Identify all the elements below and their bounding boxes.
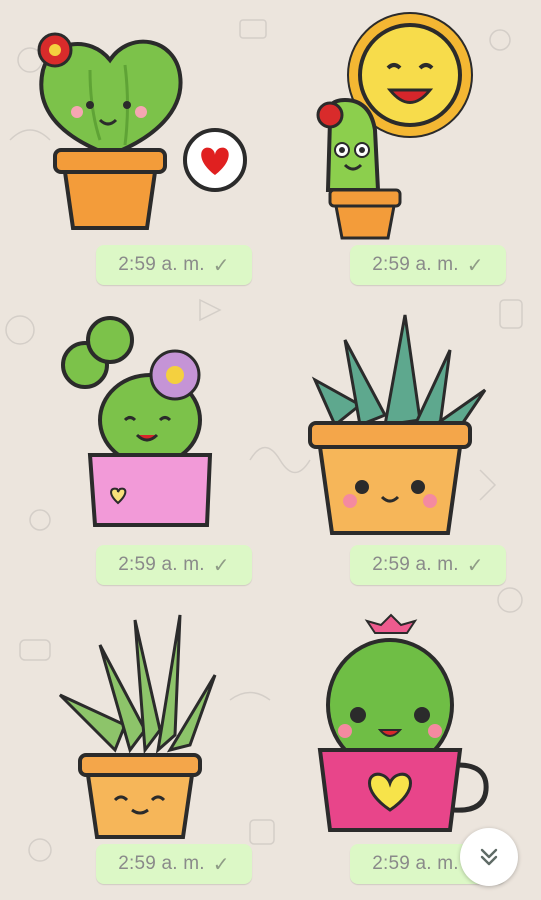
cactus-teacup-sticker[interactable] bbox=[290, 605, 530, 840]
check-icon: ✓ bbox=[212, 853, 230, 876]
message-meta: 2:59 a. m. ✓ bbox=[96, 844, 252, 884]
cactus-flower-pink-pot-sticker[interactable] bbox=[15, 305, 255, 540]
check-icon: ✓ bbox=[466, 254, 484, 277]
striped-succulent-sticker[interactable] bbox=[290, 305, 530, 540]
message-time: 2:59 a. m. bbox=[372, 554, 459, 575]
cactus-sun-sticker[interactable] bbox=[290, 10, 530, 245]
message-time: 2:59 a. m. bbox=[372, 254, 459, 275]
message-meta: 2:59 a. m. ✓ bbox=[96, 245, 252, 285]
message-time: 2:59 a. m. bbox=[118, 853, 205, 874]
check-icon: ✓ bbox=[212, 554, 230, 577]
message-meta: 2:59 a. m. ✓ bbox=[350, 545, 506, 585]
check-icon: ✓ bbox=[212, 254, 230, 277]
message-meta: 2:59 a. m. ✓ bbox=[350, 245, 506, 285]
message-time: 2:59 a. m. bbox=[118, 254, 205, 275]
message-time: 2:59 a. m. bbox=[118, 554, 205, 575]
double-chevron-down-icon bbox=[480, 848, 498, 866]
cactus-heart-sticker[interactable] bbox=[15, 10, 255, 245]
message-time: 2:59 a. m. bbox=[372, 853, 459, 874]
check-icon: ✓ bbox=[466, 554, 484, 577]
aloe-plant-sticker[interactable] bbox=[40, 605, 280, 840]
message-meta: 2:59 a. m. ✓ bbox=[96, 545, 252, 585]
scroll-to-bottom-button[interactable] bbox=[460, 828, 518, 886]
